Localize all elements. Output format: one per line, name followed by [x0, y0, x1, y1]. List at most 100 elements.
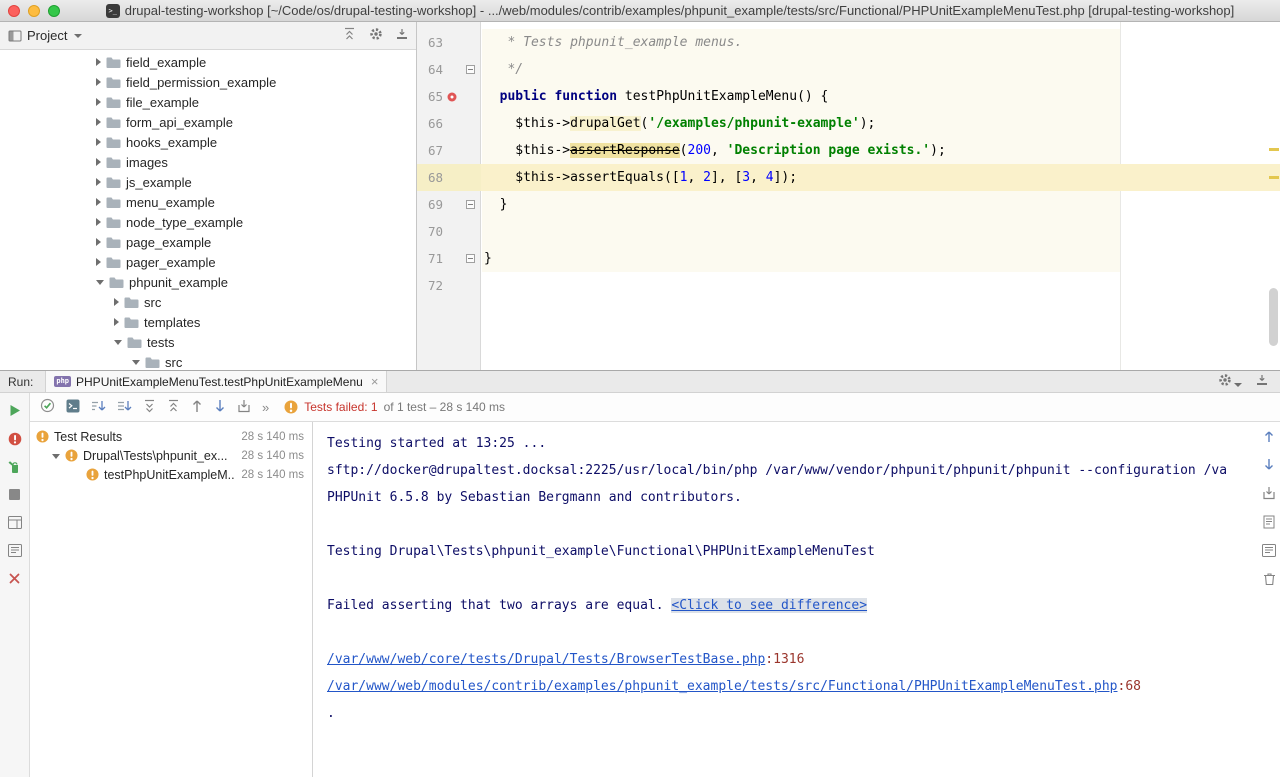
export-test-results-icon[interactable]	[1262, 486, 1276, 504]
chevron-down-icon[interactable]	[114, 340, 122, 345]
chevron-right-icon[interactable]	[96, 178, 101, 186]
project-tree-item-js_example[interactable]: js_example	[0, 172, 416, 192]
project-tree-item-form_api_example[interactable]: form_api_example	[0, 112, 416, 132]
chevron-right-icon[interactable]	[96, 258, 101, 266]
project-tree-item-pager_example[interactable]: pager_example	[0, 252, 416, 272]
chevron-down-icon[interactable]	[132, 360, 140, 365]
run-tab[interactable]: php PHPUnitExampleMenuTest.testPhpUnitEx…	[45, 371, 387, 392]
fold-region-icon[interactable]	[466, 200, 475, 209]
project-tree-item-page_example[interactable]: page_example	[0, 232, 416, 252]
project-tree-item-templates[interactable]: templates	[0, 312, 416, 332]
chevron-right-icon[interactable]	[96, 218, 101, 226]
rerun-test-icon[interactable]	[9, 403, 21, 418]
scroll-to-end-icon[interactable]	[1262, 544, 1276, 561]
test-console[interactable]: Testing started at 13:25 ...sftp://docke…	[313, 422, 1280, 777]
collapse-all-icon[interactable]	[167, 399, 180, 416]
project-tree-item-field_permission_example[interactable]: field_permission_example	[0, 72, 416, 92]
project-tree-item-images[interactable]: images	[0, 152, 416, 172]
minimize-window-button[interactable]	[28, 5, 40, 17]
toggle-auto-test-icon[interactable]	[7, 459, 22, 474]
chevron-right-icon[interactable]	[96, 238, 101, 246]
editor-line-70[interactable]: 70	[417, 218, 1280, 245]
chevron-right-icon[interactable]	[96, 78, 101, 86]
project-tree-item-tests[interactable]: tests	[0, 332, 416, 352]
sort-alphabetically-icon[interactable]	[117, 399, 132, 416]
chevron-right-icon[interactable]	[96, 58, 101, 66]
console-file-link[interactable]: /var/www/web/modules/contrib/examples/ph…	[327, 679, 1118, 694]
print-icon[interactable]	[1262, 515, 1276, 533]
chevron-down-icon[interactable]	[74, 34, 82, 38]
editor-line-72[interactable]: 72	[417, 272, 1280, 299]
show-ignored-icon[interactable]	[66, 399, 80, 416]
code-text[interactable]: }	[481, 197, 507, 212]
sort-by-duration-icon[interactable]	[91, 399, 106, 416]
chevron-right-icon[interactable]	[96, 158, 101, 166]
editor-line-65[interactable]: 65 public function testPhpUnitExampleMen…	[417, 83, 1280, 110]
project-tree-item-menu_example[interactable]: menu_example	[0, 192, 416, 212]
code-editor[interactable]: 63 * Tests phpunit_example menus.64 */65…	[417, 22, 1280, 370]
close-window-button[interactable]	[8, 5, 20, 17]
project-tree-item-hooks_example[interactable]: hooks_example	[0, 132, 416, 152]
editor-line-64[interactable]: 64 */	[417, 56, 1280, 83]
warning-stripe-mark[interactable]	[1269, 148, 1279, 151]
expand-all-icon[interactable]	[143, 399, 156, 416]
previous-occurrence-icon[interactable]	[1263, 430, 1275, 447]
project-panel-title[interactable]: Project	[27, 28, 67, 43]
editor-line-71[interactable]: 71}	[417, 245, 1280, 272]
import-test-results-icon[interactable]	[237, 399, 251, 416]
hide-toolwindow-icon[interactable]	[1256, 374, 1268, 389]
fold-region-icon[interactable]	[466, 65, 475, 74]
console-file-link[interactable]: /var/www/web/core/tests/Drupal/Tests/Bro…	[327, 652, 765, 667]
chevron-down-icon[interactable]	[52, 454, 60, 459]
test-tree-item[interactable]: Test Results28 s 140 ms	[30, 427, 312, 446]
chevron-right-icon[interactable]	[96, 198, 101, 206]
chevron-right-icon[interactable]	[96, 98, 101, 106]
code-text[interactable]: public function testPhpUnitExampleMenu()…	[481, 89, 828, 104]
project-tree-item-src[interactable]: src	[0, 292, 416, 312]
project-tree-item-field_example[interactable]: field_example	[0, 52, 416, 72]
project-tree-item-phpunit_example[interactable]: phpunit_example	[0, 272, 416, 292]
chevron-right-icon[interactable]	[114, 318, 119, 326]
editor-line-68[interactable]: 68 $this->assertEquals([1, 2], [3, 4]);	[417, 164, 1280, 191]
rerun-failed-tests-icon[interactable]	[8, 431, 22, 446]
collapse-all-icon[interactable]	[343, 27, 356, 44]
editor-scrollbar-thumb[interactable]	[1269, 288, 1278, 346]
code-text[interactable]: */	[481, 62, 523, 77]
settings-gear-icon[interactable]	[369, 27, 383, 44]
chevron-right-icon[interactable]	[114, 298, 119, 306]
next-occurrence-icon[interactable]	[1263, 458, 1275, 475]
chevron-right-icon[interactable]	[96, 118, 101, 126]
restore-layout-icon[interactable]	[8, 515, 22, 530]
failed-test-gutter-icon[interactable]	[447, 92, 457, 102]
project-tree-item-node_type_example[interactable]: node_type_example	[0, 212, 416, 232]
chevron-down-icon[interactable]	[96, 280, 104, 285]
previous-failed-test-icon[interactable]	[191, 399, 203, 416]
show-passed-icon[interactable]	[40, 398, 55, 416]
code-text[interactable]: $this->assertResponse(200, 'Description …	[481, 143, 946, 158]
code-text[interactable]: }	[481, 251, 492, 266]
project-tree-item-file_example[interactable]: file_example	[0, 92, 416, 112]
close-toolwindow-icon[interactable]	[9, 571, 20, 586]
next-failed-test-icon[interactable]	[214, 399, 226, 416]
stop-icon[interactable]	[9, 487, 20, 502]
test-history-icon[interactable]	[8, 543, 22, 558]
close-tab-icon[interactable]: ×	[371, 375, 379, 388]
chevron-right-icon[interactable]	[96, 138, 101, 146]
editor-line-66[interactable]: 66 $this->drupalGet('/examples/phpunit-e…	[417, 110, 1280, 137]
project-tree-item-src[interactable]: src	[0, 352, 416, 370]
more-actions-icon[interactable]: »	[262, 400, 269, 415]
warning-stripe-mark[interactable]	[1269, 176, 1279, 179]
editor-lines[interactable]: 63 * Tests phpunit_example menus.64 */65…	[417, 22, 1280, 299]
editor-line-67[interactable]: 67 $this->assertResponse(200, 'Descripti…	[417, 137, 1280, 164]
zoom-window-button[interactable]	[48, 5, 60, 17]
clear-console-icon[interactable]	[1263, 572, 1276, 590]
editor-line-69[interactable]: 69 }	[417, 191, 1280, 218]
editor-line-63[interactable]: 63 * Tests phpunit_example menus.	[417, 29, 1280, 56]
test-tree-item[interactable]: testPhpUnitExampleM...28 s 140 ms	[30, 465, 312, 484]
see-difference-link[interactable]: <Click to see difference>	[671, 598, 867, 613]
code-text[interactable]: * Tests phpunit_example menus.	[481, 35, 742, 50]
fold-region-icon[interactable]	[466, 254, 475, 263]
code-text[interactable]: $this->assertEquals([1, 2], [3, 4]);	[481, 170, 797, 185]
hide-panel-icon[interactable]	[396, 28, 408, 43]
test-tree-item[interactable]: Drupal\Tests\phpunit_ex...28 s 140 ms	[30, 446, 312, 465]
